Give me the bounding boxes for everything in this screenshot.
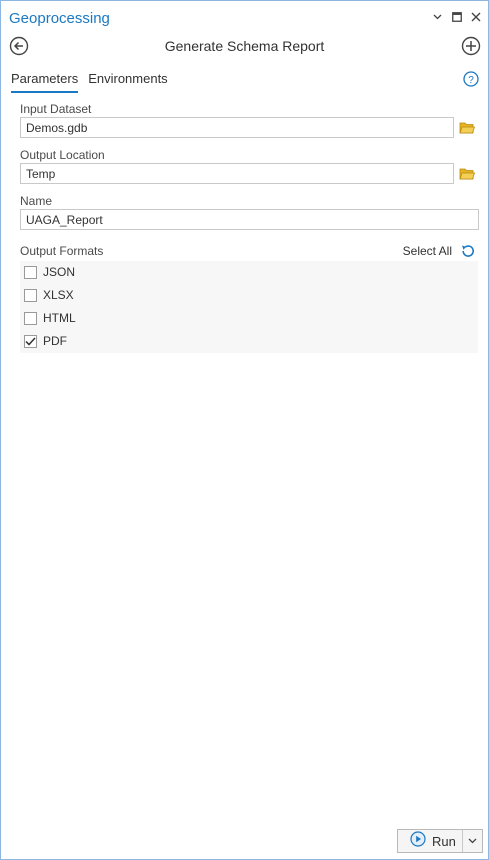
checkbox[interactable] xyxy=(24,311,37,325)
svg-text:?: ? xyxy=(468,75,474,86)
input-dataset-label: Input Dataset xyxy=(20,102,92,116)
input-dataset-field[interactable]: Demos.gdb xyxy=(20,117,454,138)
tab-environments[interactable]: Environments xyxy=(88,71,167,93)
input-dataset-value: Demos.gdb xyxy=(26,120,88,135)
name-label: Name xyxy=(20,194,53,208)
format-option-xlsx[interactable]: XLSX xyxy=(24,285,74,305)
chevron-down-icon xyxy=(468,838,477,844)
folder-icon[interactable] xyxy=(459,121,476,135)
checkmark-icon xyxy=(25,336,36,346)
output-location-field[interactable]: Temp xyxy=(20,163,454,184)
play-icon xyxy=(410,830,426,852)
checkbox-checked[interactable] xyxy=(24,334,37,348)
folder-icon[interactable] xyxy=(459,167,476,181)
run-button[interactable]: Run xyxy=(397,829,483,853)
name-value: UAGA_Report xyxy=(26,212,103,227)
maximize-icon[interactable] xyxy=(450,10,463,23)
chevron-down-icon[interactable] xyxy=(431,10,444,23)
format-option-json[interactable]: JSON xyxy=(24,262,75,282)
run-label: Run xyxy=(432,833,456,849)
output-formats-list: JSON XLSX HTML PDF xyxy=(20,261,478,353)
checkbox[interactable] xyxy=(24,265,37,279)
checkbox[interactable] xyxy=(24,288,37,302)
format-option-html[interactable]: HTML xyxy=(24,308,76,328)
name-field[interactable]: UAGA_Report xyxy=(20,209,479,230)
close-icon[interactable] xyxy=(469,10,482,23)
title-bar: Geoprocessing xyxy=(1,1,488,35)
tab-strip: Parameters Environments xyxy=(11,71,168,93)
tab-parameters[interactable]: Parameters xyxy=(11,71,79,93)
checkbox-label: JSON xyxy=(43,265,76,279)
output-formats-label: Output Formats xyxy=(20,244,104,258)
output-location-value: Temp xyxy=(26,166,56,181)
pane-controls xyxy=(431,10,482,23)
help-icon[interactable]: ? xyxy=(463,71,479,87)
reset-icon[interactable] xyxy=(460,243,476,259)
checkbox-label: PDF xyxy=(43,334,67,348)
run-main[interactable]: Run xyxy=(398,830,463,852)
tool-header: Generate Schema Report xyxy=(1,35,488,59)
checkbox-label: HTML xyxy=(43,311,76,325)
output-location-label: Output Location xyxy=(20,148,105,162)
tool-title: Generate Schema Report xyxy=(164,38,325,54)
geoprocessing-pane: Geoprocessing Generate Schema Report Par… xyxy=(0,0,489,860)
run-dropdown[interactable] xyxy=(463,830,482,852)
checkbox-label: XLSX xyxy=(43,288,74,302)
add-icon[interactable] xyxy=(461,36,481,56)
pane-title: Geoprocessing xyxy=(9,9,110,27)
select-all-link[interactable]: Select All xyxy=(403,244,452,258)
format-option-pdf[interactable]: PDF xyxy=(24,331,67,351)
